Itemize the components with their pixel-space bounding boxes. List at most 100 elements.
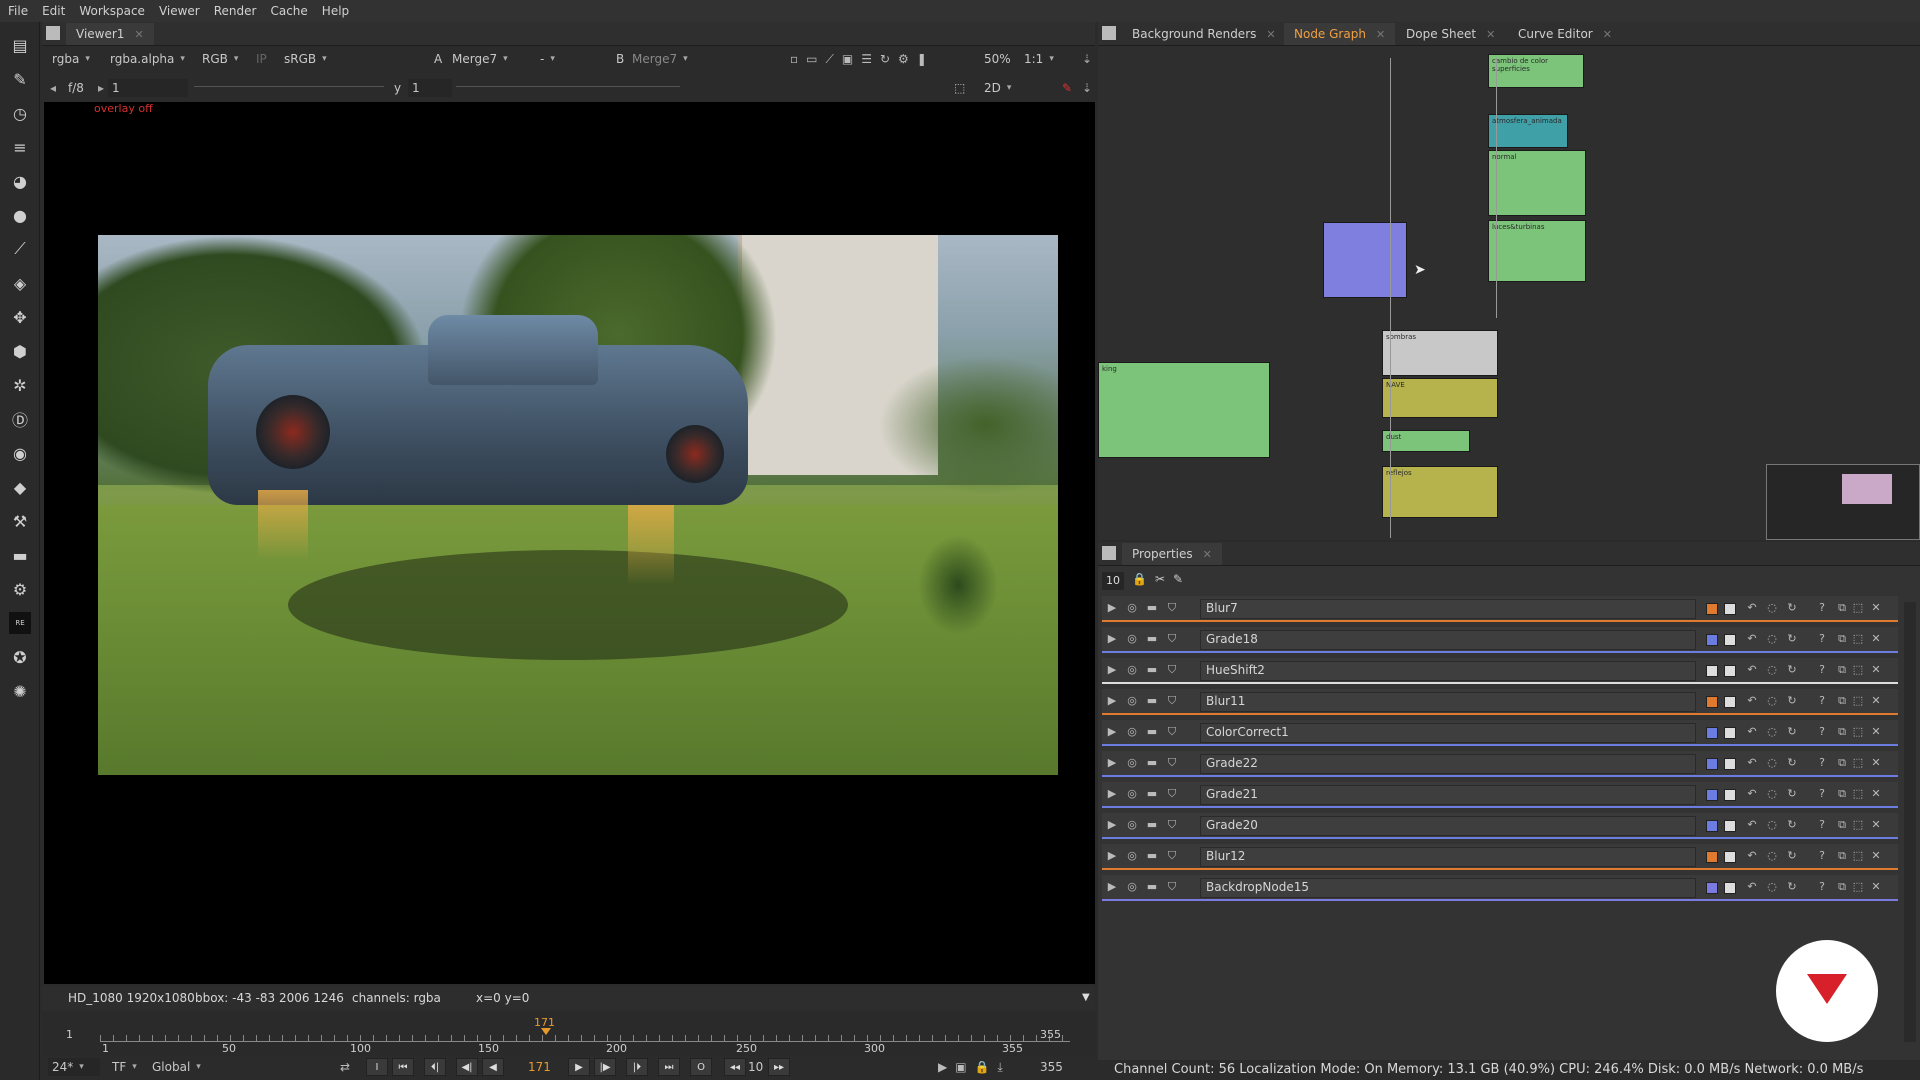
step-back-button[interactable]: ◂◂ [724,1058,746,1076]
image-tool-icon[interactable]: ▤ [9,34,31,56]
revert-icon[interactable]: ↶ [1746,726,1758,738]
undo-icon[interactable]: ◌ [1766,850,1778,862]
float-icon[interactable]: ⧉ [1836,602,1848,614]
revert-icon[interactable]: ↶ [1746,788,1758,800]
gamma-slider[interactable] [456,86,680,90]
input-a-dropdown[interactable]: Merge7 [452,50,532,68]
property-row[interactable]: ▶ ◎ ▬ ⛉ ColorCorrect1 ↶ ◌ ↻? ⧉ ⬚ ✕ [1102,720,1898,746]
current-frame-field[interactable]: 171 [528,1058,551,1076]
property-row[interactable]: ▶ ◎ ▬ ⛉ Blur11 ↶ ◌ ↻? ⧉ ⬚ ✕ [1102,689,1898,715]
gain-slider[interactable] [194,86,384,90]
node-color-icon[interactable]: ▬ [1146,850,1158,862]
global-dropdown[interactable]: Global [152,1058,201,1076]
eye-icon[interactable]: ◎ [1126,664,1138,676]
channels-dropdown[interactable]: rgba [52,50,90,68]
node-color-icon[interactable]: ▬ [1146,633,1158,645]
expand-arrow-icon[interactable]: ▶ [1106,850,1118,862]
backdrop-purple[interactable] [1323,222,1407,298]
maximize-icon[interactable]: ⬚ [1852,633,1864,645]
property-row[interactable]: ▶ ◎ ▬ ⛉ HueShift2 ↶ ◌ ↻? ⧉ ⬚ ✕ [1102,658,1898,684]
nuke-logo-icon[interactable]: ✺ [9,680,31,702]
color-tool-icon[interactable]: ◕ [9,170,31,192]
viewer-tools-icons[interactable]: ▫▭⟋▣☰↻⚙❚ [790,50,935,68]
close-icon[interactable]: ✕ [1603,28,1612,41]
revert-icon[interactable]: ↶ [1746,633,1758,645]
help-icon[interactable]: ? [1816,726,1828,738]
menu-item-workspace[interactable]: Workspace [79,4,145,18]
properties-scrollbar[interactable] [1904,602,1916,1042]
info-dropdown-icon[interactable]: ▼ [1082,992,1090,1003]
lock-icon[interactable]: ⛉ [1166,757,1178,769]
revision-tool-icon[interactable]: RE [9,612,31,634]
revert-icon[interactable]: ↶ [1746,602,1758,614]
tab-curve-editor[interactable]: Curve Editor ✕ [1508,23,1622,45]
flipbook-icons[interactable]: ▶▣🔒⤓ [938,1058,1011,1076]
ip-button[interactable]: IP [256,50,267,68]
first-frame-button[interactable]: ⏮ [392,1058,414,1076]
expand-arrow-icon[interactable]: ▶ [1106,695,1118,707]
lock-icon[interactable]: ⛉ [1166,881,1178,893]
out-point-button[interactable]: O [690,1058,712,1076]
help-icon[interactable]: ? [1816,881,1828,893]
expand-arrow-icon[interactable]: ▶ [1106,602,1118,614]
lock-icon[interactable]: ⛉ [1166,695,1178,707]
eye-icon[interactable]: ◎ [1126,788,1138,800]
expand-arrow-icon[interactable]: ▶ [1106,757,1118,769]
float-icon[interactable]: ⧉ [1836,788,1848,800]
node-graph-panel[interactable]: Background Renders ✕ Node Graph ✕ Dope She… [1098,22,1920,540]
tab-background-renders[interactable]: Background Renders ✕ [1122,23,1286,45]
maximize-icon[interactable]: ⬚ [1852,881,1864,893]
filter-tool-icon[interactable]: ● [9,204,31,226]
help-icon[interactable]: ? [1816,757,1828,769]
node-name-field[interactable] [1200,692,1696,712]
node-color-icon[interactable]: ▬ [1146,757,1158,769]
lock-icon[interactable]: ⛉ [1166,664,1178,676]
node-color-icon[interactable]: ▬ [1146,726,1158,738]
node-name-field[interactable] [1200,599,1696,619]
close-icon[interactable]: ✕ [1870,757,1882,769]
next-keyframe-button[interactable]: |⏵ [626,1058,648,1076]
help-icon[interactable]: ? [1816,664,1828,676]
undo-icon[interactable]: ◌ [1766,881,1778,893]
alpha-channel-dropdown[interactable]: rgba.alpha [110,50,185,68]
eye-icon[interactable]: ◎ [1126,726,1138,738]
close-icon[interactable]: ✕ [1870,881,1882,893]
panel-menu-icon[interactable] [1102,546,1116,560]
expand-arrow-icon[interactable]: ▶ [1106,726,1118,738]
property-row[interactable]: ▶ ◎ ▬ ⛉ BackdropNode15 ↶ ◌ ↻? ⧉ ⬚ ✕ [1102,875,1898,901]
rgb-dropdown[interactable]: RGB [202,50,238,68]
menu-item-render[interactable]: Render [214,4,257,18]
backdrop-cambio-color[interactable]: cambio de color superficies [1488,54,1584,88]
panel-menu-icon[interactable] [1102,26,1116,40]
lock-icon[interactable]: ⛉ [1166,850,1178,862]
lock-icon[interactable]: ⛉ [1166,726,1178,738]
float-icon[interactable]: ⧉ [1836,819,1848,831]
timeline-ruler[interactable] [100,1024,1070,1042]
eye-icon[interactable]: ◎ [1126,633,1138,645]
node-tile-swatch[interactable] [1724,634,1736,646]
menu-item-file[interactable]: File [8,4,28,18]
tf-dropdown[interactable]: TF [112,1058,137,1076]
eye-icon[interactable]: ◎ [1126,757,1138,769]
backdrop-sombras[interactable]: sombras [1382,330,1498,376]
input-b-dropdown[interactable]: Merge7 [632,50,712,68]
float-icon[interactable]: ⧉ [1836,726,1848,738]
undo-icon[interactable]: ◌ [1766,726,1778,738]
node-color-icon[interactable]: ▬ [1146,695,1158,707]
float-icon[interactable]: ⧉ [1836,633,1848,645]
node-tile-swatch[interactable] [1724,603,1736,615]
maximize-icon[interactable]: ⬚ [1852,850,1864,862]
property-row[interactable]: ▶ ◎ ▬ ⛉ Blur12 ↶ ◌ ↻? ⧉ ⬚ ✕ [1102,844,1898,870]
play-forward-button[interactable]: ▶ [568,1058,590,1076]
ratio-dropdown[interactable]: 1:1 [1024,50,1054,68]
maximize-icon[interactable]: ⬚ [1852,695,1864,707]
max-panels-field[interactable]: 10 [1102,572,1124,590]
lock-icon[interactable]: ⛉ [1166,633,1178,645]
help-icon[interactable]: ? [1816,602,1828,614]
redo-icon[interactable]: ↻ [1786,757,1798,769]
node-color-swatch[interactable] [1706,634,1718,646]
roi-icon[interactable]: ⬚ [954,79,965,97]
in-point-button[interactable]: I [366,1058,388,1076]
redo-icon[interactable]: ↻ [1786,850,1798,862]
expand-arrow-icon[interactable]: ▶ [1106,819,1118,831]
